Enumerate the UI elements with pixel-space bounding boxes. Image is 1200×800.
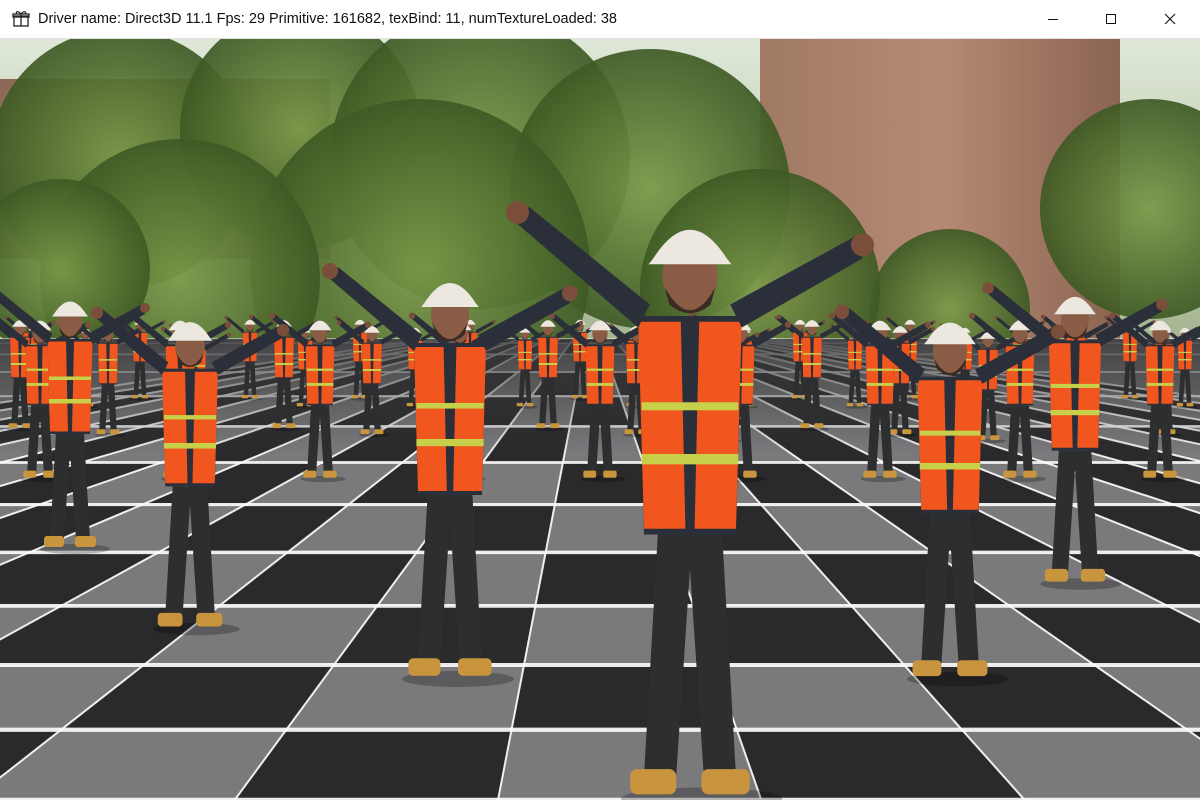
scene-canvas[interactable] (0, 39, 1200, 800)
maximize-icon (1106, 14, 1116, 24)
window-title: Driver name: Direct3D 11.1 Fps: 29 Primi… (38, 11, 617, 27)
minimize-icon (1048, 19, 1058, 20)
gift-box-icon (12, 11, 30, 27)
3d-render-viewport[interactable] (0, 39, 1200, 800)
window-titlebar[interactable]: Driver name: Direct3D 11.1 Fps: 29 Primi… (0, 0, 1200, 39)
maximize-button[interactable] (1082, 0, 1140, 38)
close-button[interactable] (1141, 0, 1199, 38)
close-icon (1164, 13, 1176, 25)
minimize-button[interactable] (1024, 0, 1082, 38)
